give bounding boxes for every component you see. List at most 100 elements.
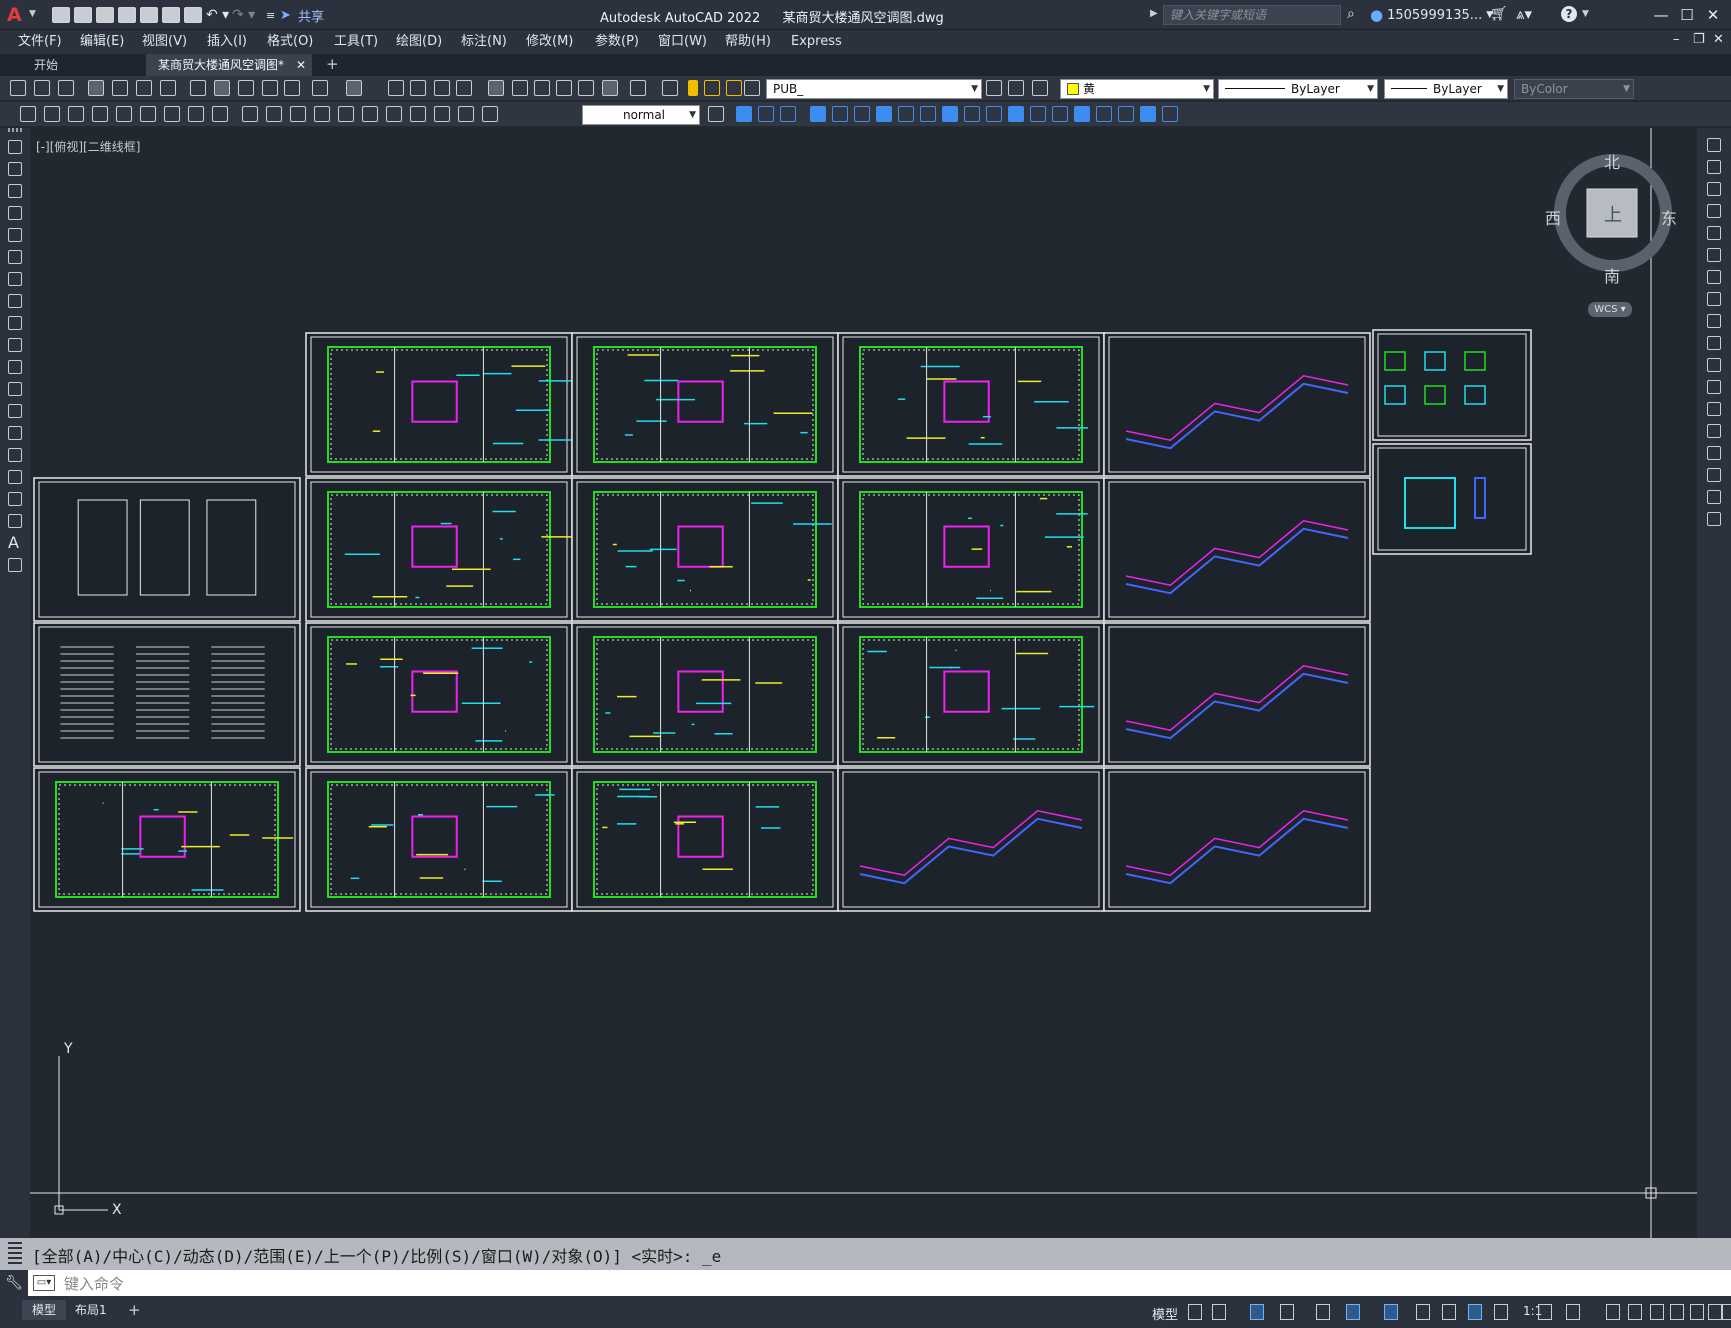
open-from-web-icon[interactable] <box>140 7 158 23</box>
rectangle-icon[interactable] <box>8 228 22 242</box>
app-menu-arrow-icon[interactable]: ▼ <box>29 9 36 19</box>
plot-preview-icon[interactable] <box>112 80 128 96</box>
ucs-menu-button[interactable]: WCS ▾ <box>1588 302 1632 317</box>
isodraft-icon[interactable] <box>1316 1304 1330 1320</box>
design-center-icon[interactable] <box>512 80 528 96</box>
fillet-modify-icon[interactable] <box>1707 468 1721 482</box>
doc-restore-icon[interactable]: ❐ <box>1693 32 1705 47</box>
object-snap-icon[interactable] <box>1384 1304 1398 1320</box>
bring-above-icon[interactable] <box>780 106 796 122</box>
layer-properties-icon[interactable] <box>662 80 678 96</box>
snap-icon[interactable] <box>1212 1304 1226 1320</box>
new-file-icon[interactable] <box>52 7 70 23</box>
dim-update-icon[interactable] <box>482 106 498 122</box>
add-layout-icon[interactable]: + <box>128 1301 141 1319</box>
cut-icon[interactable] <box>190 80 206 96</box>
share-icon[interactable]: ➤ <box>280 8 294 23</box>
viewcube-south[interactable]: 南 <box>1604 263 1620 287</box>
dimstyle-combo[interactable]: normal ▼ <box>582 105 700 125</box>
dim-break-icon[interactable] <box>314 106 330 122</box>
table-icon[interactable] <box>8 514 22 528</box>
hatch-icon[interactable] <box>8 448 22 462</box>
layer-freeze-icon[interactable] <box>704 80 720 96</box>
break-point-icon[interactable] <box>1707 380 1721 394</box>
block-insert-icon[interactable] <box>1140 106 1156 122</box>
quickcalc-icon[interactable] <box>602 80 618 96</box>
join-modify-icon[interactable] <box>1707 424 1721 438</box>
gradient-icon[interactable] <box>8 470 22 484</box>
plotstyle-combo[interactable]: ByColor ▼ <box>1514 79 1634 99</box>
menu-draw[interactable]: 绘图(D) <box>396 30 442 54</box>
command-grip-icon[interactable] <box>8 1242 22 1264</box>
polyline-icon[interactable] <box>8 184 22 198</box>
join-icon[interactable] <box>1052 106 1068 122</box>
layer-lock2-icon[interactable] <box>744 80 760 96</box>
blend-icon[interactable] <box>1707 490 1721 504</box>
extend-modify-icon[interactable] <box>1707 358 1721 372</box>
autocad-logo-icon[interactable]: A <box>7 4 27 26</box>
menu-insert[interactable]: 插入(I) <box>207 30 247 54</box>
drawing-canvas[interactable]: YX <box>30 128 1697 1238</box>
menu-parametric[interactable]: 参数(P) <box>595 30 639 54</box>
new-tab-icon[interactable]: + <box>326 55 339 73</box>
auto-scale-icon[interactable] <box>1538 1304 1552 1320</box>
rotate-icon[interactable] <box>920 106 936 122</box>
share-button[interactable]: 共享 <box>298 6 324 25</box>
dim-linear-icon[interactable] <box>20 106 36 122</box>
doc-minimize-icon[interactable]: – <box>1673 32 1680 47</box>
dim-continue-icon[interactable] <box>266 106 282 122</box>
stretch-modify-icon[interactable] <box>1707 314 1721 328</box>
redo-icon[interactable]: ↷ ▾ <box>232 7 266 23</box>
layer-state-icon[interactable] <box>1032 80 1048 96</box>
ellipse-icon[interactable] <box>8 338 22 352</box>
chamfer-icon[interactable] <box>1074 106 1090 122</box>
revision-cloud-icon[interactable] <box>8 294 22 308</box>
pan-icon[interactable] <box>388 80 404 96</box>
inspection-icon[interactable] <box>386 106 402 122</box>
help-icon[interactable]: ? <box>1561 6 1577 22</box>
lineweight-combo[interactable]: ByLayer ▼ <box>1384 79 1508 99</box>
workspace-gear-icon[interactable] <box>1566 1304 1580 1320</box>
command-wrench-icon[interactable]: 🔧︎ <box>0 1270 28 1296</box>
break-icon[interactable] <box>1030 106 1046 122</box>
help-search-input[interactable]: 键入关键字或短语 <box>1163 5 1341 25</box>
add-selected-icon[interactable] <box>8 558 22 572</box>
plot-icon[interactable] <box>88 80 104 96</box>
menu-format[interactable]: 格式(O) <box>267 30 313 54</box>
fillet-icon[interactable] <box>1096 106 1112 122</box>
layer-on-icon[interactable] <box>688 80 698 96</box>
zoom-realtime-icon[interactable] <box>410 80 426 96</box>
spline-icon[interactable] <box>8 316 22 330</box>
model-space-button[interactable]: 模型 <box>1152 1304 1178 1323</box>
explode-modify-icon[interactable] <box>1707 512 1721 526</box>
dim-space-icon[interactable] <box>290 106 306 122</box>
layer-lock-icon[interactable] <box>726 80 742 96</box>
plot-icon[interactable] <box>184 7 202 23</box>
linetype-combo[interactable]: ByLayer ▼ <box>1218 79 1378 99</box>
jogged-linear-icon[interactable] <box>410 106 426 122</box>
command-input[interactable]: 键入命令 <box>64 1273 124 1294</box>
chamfer-modify-icon[interactable] <box>1707 446 1721 460</box>
menu-tools[interactable]: 工具(T) <box>334 30 378 54</box>
dim-aligned-icon[interactable] <box>44 106 60 122</box>
line-icon[interactable] <box>8 140 22 154</box>
menu-dimension[interactable]: 标注(N) <box>461 30 507 54</box>
mtext-icon[interactable]: A <box>8 535 22 551</box>
point-icon[interactable] <box>8 426 22 440</box>
save-icon[interactable] <box>58 80 74 96</box>
make-current-layer-icon[interactable] <box>986 80 1002 96</box>
doc-close-icon[interactable]: ✕ <box>1713 32 1724 47</box>
menu-window[interactable]: 窗口(W) <box>658 30 707 54</box>
dim-edit-icon[interactable] <box>434 106 450 122</box>
arc-icon[interactable] <box>8 250 22 264</box>
customize-qa-icon[interactable]: ≡ <box>266 9 280 22</box>
tolerance-icon[interactable] <box>338 106 354 122</box>
autodesk-a360-icon[interactable]: ⩓▾ <box>1516 5 1532 23</box>
viewcube-east[interactable]: 东 <box>1661 205 1677 229</box>
tab-model[interactable]: 模型 <box>22 1300 67 1320</box>
match-properties-icon[interactable] <box>262 80 278 96</box>
3d-print-icon[interactable] <box>160 80 176 96</box>
mirror-icon[interactable] <box>854 106 870 122</box>
new-icon[interactable] <box>10 80 26 96</box>
left-toolbar-grip-icon[interactable] <box>8 128 22 132</box>
